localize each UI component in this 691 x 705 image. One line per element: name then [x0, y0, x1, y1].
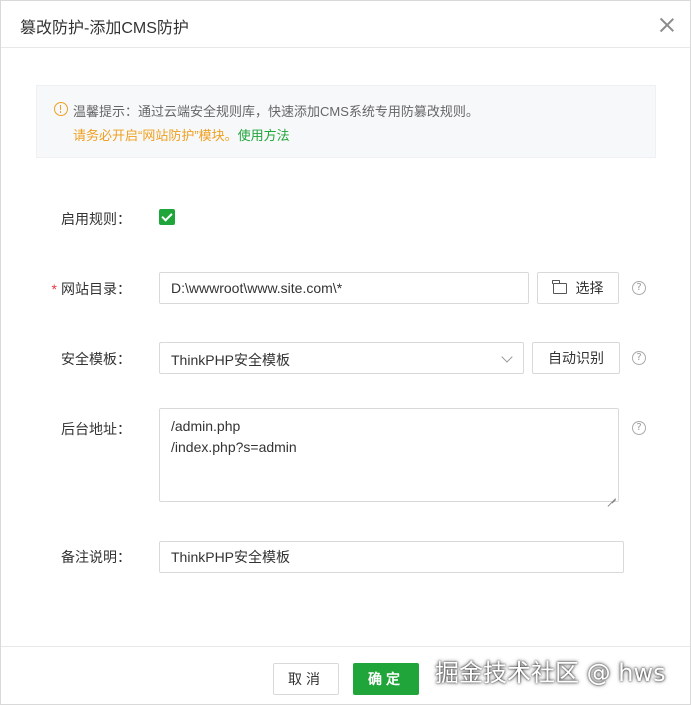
backend-line: /admin.php	[171, 418, 241, 434]
template-label: 安全模板：	[61, 351, 131, 367]
warning-icon	[54, 102, 68, 116]
help-icon[interactable]: ?	[632, 351, 646, 365]
site-dir-label-row: * 网站目录：	[1, 279, 131, 299]
template-select-value: ThinkPHP安全模板	[171, 352, 291, 368]
tip-text: 温馨提示：通过云端安全规则库，快速添加CMS系统专用防篡改规则。	[73, 104, 479, 119]
tip-warning-text: 请务必开启“网站防护”模块。	[73, 128, 238, 143]
template-select[interactable]: ThinkPHP安全模板	[159, 342, 524, 374]
auto-detect-button[interactable]: 自动识别	[532, 342, 620, 374]
backend-line: /index.php?s=admin	[171, 439, 297, 455]
backend-label: 后台地址：	[61, 421, 131, 437]
watermark: 掘金技术社区 @ hws	[435, 659, 666, 687]
dialog-title: 篡改防护-添加CMS防护	[20, 20, 189, 37]
enable-rule-label: 启用规则：	[61, 211, 131, 227]
help-icon[interactable]: ?	[632, 421, 646, 435]
choose-button-label: 选择	[575, 280, 604, 296]
remark-input[interactable]: ThinkPHP安全模板	[159, 541, 624, 573]
choose-dir-button[interactable]: 选择	[537, 272, 619, 304]
backend-textarea[interactable]: /admin.php /index.php?s=admin	[159, 408, 619, 502]
resize-grip-icon[interactable]	[607, 490, 616, 499]
dialog-header: 篡改防护-添加CMS防护	[1, 1, 690, 48]
close-icon[interactable]	[657, 15, 677, 35]
site-dir-label: 网站目录：	[61, 281, 131, 297]
cancel-button[interactable]: 取消	[273, 663, 339, 695]
site-dir-input[interactable]: D:\wwwroot\www.site.com\*	[159, 272, 529, 304]
tip-box: 温馨提示：通过云端安全规则库，快速添加CMS系统专用防篡改规则。 请务必开启“网…	[36, 85, 656, 158]
chevron-down-icon	[501, 351, 513, 363]
folder-icon	[552, 279, 567, 294]
help-icon[interactable]: ?	[632, 281, 646, 295]
enable-rule-checkbox[interactable]	[159, 209, 175, 225]
add-cms-protection-dialog: 篡改防护-添加CMS防护 温馨提示：通过云端安全规则库，快速添加CMS系统专用防…	[0, 0, 691, 705]
usage-link[interactable]: 使用方法	[238, 128, 290, 143]
confirm-button[interactable]: 确定	[353, 663, 419, 695]
remark-label: 备注说明：	[61, 549, 131, 565]
required-asterisk: *	[51, 281, 57, 297]
tip-warning: 请务必开启“网站防护”模块。使用方法	[73, 125, 290, 144]
